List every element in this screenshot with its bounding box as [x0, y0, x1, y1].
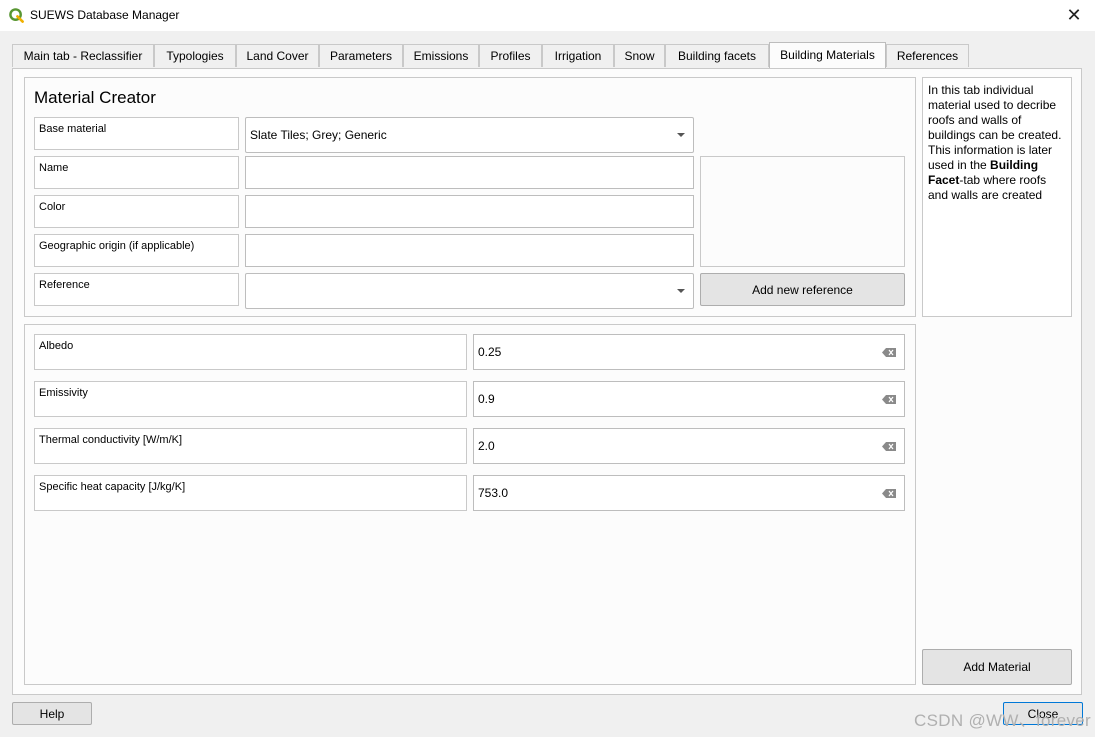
title-bar: SUEWS Database Manager ✕	[0, 0, 1095, 31]
specific-heat-capacity-input[interactable]: 753.0	[473, 475, 905, 511]
thermal-conductivity-input[interactable]: 2.0	[473, 428, 905, 464]
tab-references[interactable]: References	[886, 44, 969, 67]
watermark: CSDN @WW、forever	[914, 711, 1091, 730]
albedo-input[interactable]: 0.25	[473, 334, 905, 370]
tab-snow[interactable]: Snow	[614, 44, 665, 67]
tab-emissions[interactable]: Emissions	[403, 44, 479, 67]
clear-input-icon[interactable]	[882, 348, 896, 357]
add-new-reference-button[interactable]: Add new reference	[700, 273, 905, 306]
tab-irrigation[interactable]: Irrigation	[542, 44, 614, 67]
tab-building-facets[interactable]: Building facets	[665, 44, 769, 67]
emissivity-input[interactable]: 0.9	[473, 381, 905, 417]
tab-building-materials[interactable]: Building Materials	[769, 42, 886, 68]
reference-label: Reference	[34, 273, 239, 306]
info-text-box: In this tab individual material used to …	[922, 77, 1072, 317]
emissivity-value: 0.9	[478, 392, 495, 406]
albedo-label: Albedo	[34, 334, 467, 370]
clear-input-icon[interactable]	[882, 489, 896, 498]
clear-input-icon[interactable]	[882, 442, 896, 451]
qgis-app-icon	[9, 8, 24, 23]
base-material-label: Base material	[34, 117, 239, 150]
geographic-origin-label: Geographic origin (if applicable)	[34, 234, 239, 267]
tab-main-reclassifier[interactable]: Main tab - Reclassifier	[12, 44, 154, 67]
tab-profiles[interactable]: Profiles	[479, 44, 542, 67]
tab-parameters[interactable]: Parameters	[319, 44, 403, 67]
color-label: Color	[34, 195, 239, 228]
material-creator-title: Material Creator	[34, 88, 156, 107]
thermal-conductivity-label: Thermal conductivity [W/m/K]	[34, 428, 467, 464]
add-material-button[interactable]: Add Material	[922, 649, 1072, 685]
base-material-value: Slate Tiles; Grey; Generic	[250, 128, 387, 142]
specific-heat-capacity-value: 753.0	[478, 486, 509, 500]
color-input[interactable]	[245, 195, 694, 228]
name-input[interactable]	[245, 156, 694, 189]
window-title: SUEWS Database Manager	[30, 8, 180, 22]
tab-typologies[interactable]: Typologies	[154, 44, 236, 67]
emissivity-label: Emissivity	[34, 381, 467, 417]
name-label: Name	[34, 156, 239, 189]
tab-land-cover[interactable]: Land Cover	[236, 44, 319, 67]
clear-input-icon[interactable]	[882, 395, 896, 404]
chevron-down-icon	[677, 133, 685, 137]
help-button[interactable]: Help	[12, 702, 92, 725]
albedo-value: 0.25	[478, 345, 502, 359]
reference-preview-box	[700, 156, 905, 267]
chevron-down-icon	[677, 289, 685, 293]
reference-combo[interactable]	[245, 273, 694, 309]
window-close-icon[interactable]: ✕	[1061, 3, 1087, 27]
specific-heat-capacity-label: Specific heat capacity [J/kg/K]	[34, 475, 467, 511]
base-material-combo[interactable]: Slate Tiles; Grey; Generic	[245, 117, 694, 153]
geographic-origin-input[interactable]	[245, 234, 694, 267]
thermal-conductivity-value: 2.0	[478, 439, 495, 453]
